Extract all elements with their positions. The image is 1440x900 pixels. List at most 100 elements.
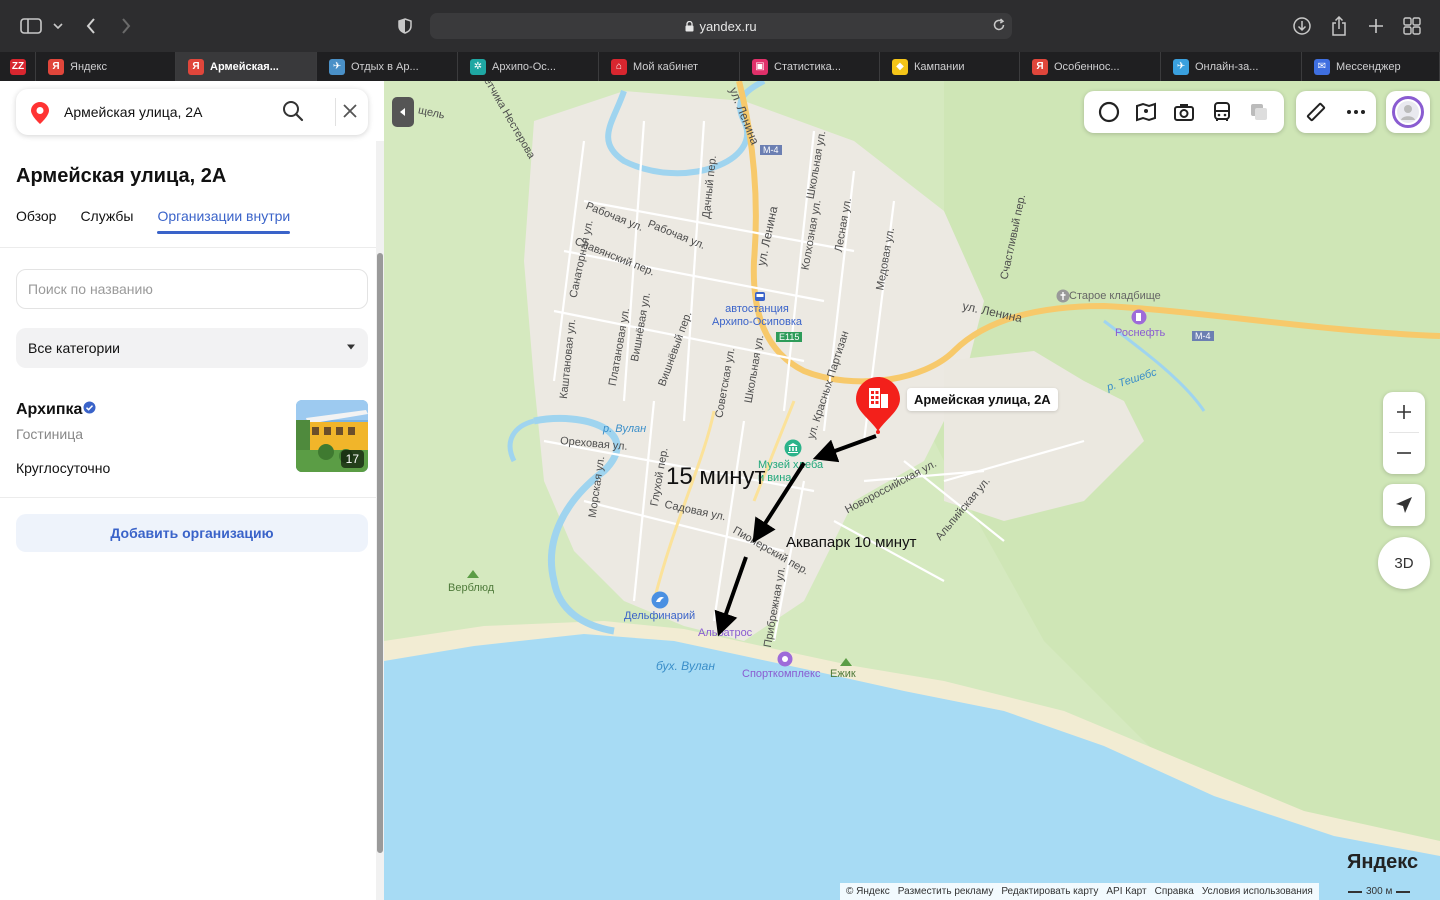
arrow-to-beach: [714, 556, 748, 637]
browser-tab[interactable]: ✈ Отдых в Ар...: [317, 52, 458, 81]
browser-toolbar: yandex.ru: [0, 0, 1440, 52]
browser-tab[interactable]: ◆ Кампании: [880, 52, 1020, 81]
category-dropdown[interactable]: Все категории: [16, 328, 368, 368]
favicon-icon: Я: [48, 58, 64, 75]
my-location-button[interactable]: [1383, 484, 1425, 526]
divider: [0, 247, 376, 248]
privacy-shield-icon[interactable]: [392, 13, 418, 39]
organization-search-input[interactable]: [16, 269, 368, 309]
pin-label[interactable]: Армейская улица, 2А: [907, 388, 1058, 411]
camera-icon[interactable]: [1172, 100, 1196, 124]
map-canvas[interactable]: ул. Ленина ул. Ленина ул. Ленина М-4 М-4…: [384, 81, 1440, 900]
profile-avatar[interactable]: [1386, 91, 1430, 133]
organization-type: Гостиница: [16, 426, 84, 442]
more-icon[interactable]: [1345, 101, 1367, 123]
place-panel: Армейская улица, 2А Армейская улица, 2А …: [0, 81, 384, 900]
minus-icon: [1397, 452, 1411, 454]
zoom-out-button[interactable]: [1383, 433, 1425, 473]
category-selected: Все категории: [28, 340, 120, 356]
map-layers-toolbar: [1084, 91, 1284, 133]
tab-bar: ZZ Я Яндекс Я Армейская... ✈ Отдых в Ар... ✲ Арх…: [0, 52, 1440, 81]
lock-icon: [685, 20, 694, 32]
browser-tab[interactable]: ⌂ Мой кабинет: [599, 52, 740, 81]
terms-link[interactable]: Условия использования: [1202, 886, 1313, 897]
scrollbar[interactable]: [376, 141, 384, 900]
advertise-link[interactable]: Разместить рекламу: [898, 886, 994, 897]
map-extra-toolbar: [1296, 91, 1376, 133]
layers-icon[interactable]: [1097, 100, 1121, 124]
tab-overview-icon[interactable]: [1399, 13, 1425, 39]
place-title: Армейская улица, 2А: [16, 165, 227, 187]
location-pin-icon: [30, 101, 50, 125]
favicon-icon: ✈: [1173, 58, 1189, 75]
chevron-down-icon[interactable]: [48, 13, 68, 39]
forward-icon[interactable]: [113, 13, 139, 39]
favicon-icon: ◆: [892, 58, 908, 75]
edit-map-link[interactable]: Редактировать карту: [1001, 886, 1098, 897]
favicon-icon: ▣: [752, 58, 768, 75]
scale-bar: [1348, 890, 1362, 893]
search-icon[interactable]: [282, 100, 304, 122]
chevron-down-icon: [346, 344, 356, 350]
tab-label: Особеннос...: [1054, 60, 1120, 73]
organization-photo[interactable]: 17: [296, 400, 368, 472]
ruler-icon[interactable]: [1305, 101, 1327, 123]
address-bar[interactable]: yandex.ru: [430, 13, 1012, 39]
browser-tab[interactable]: Я Армейская...: [176, 52, 317, 81]
transit-icon[interactable]: [1210, 100, 1234, 124]
scrollbar-thumb[interactable]: [377, 253, 383, 853]
favicon-icon: ✲: [470, 58, 486, 75]
browser-tab[interactable]: Я Особеннос...: [1020, 52, 1161, 81]
downloads-icon[interactable]: [1289, 13, 1315, 39]
aquapark-annotation: Аквапарк 10 минут: [786, 534, 917, 551]
scale-label: 300 м: [1366, 886, 1393, 897]
search-divider: [335, 98, 336, 126]
browser-tab[interactable]: ✲ Архипо-Ос...: [458, 52, 599, 81]
browser-tab[interactable]: Я Яндекс: [36, 52, 176, 81]
share-icon[interactable]: [1326, 13, 1352, 39]
plus-icon: [1397, 405, 1411, 419]
3d-label: 3D: [1394, 554, 1414, 572]
collapse-panel-button[interactable]: [392, 97, 414, 127]
favicon-icon: ✈: [329, 58, 345, 75]
navigation-arrow-icon: [1396, 497, 1412, 513]
search-query[interactable]: Армейская улица, 2А: [64, 104, 202, 120]
reload-icon[interactable]: [992, 18, 1006, 32]
browser-tab[interactable]: ZZ: [0, 52, 36, 81]
tab-label: Архипо-Ос...: [492, 60, 556, 73]
tab-overview[interactable]: Обзор: [16, 208, 56, 224]
copyright-text: © Яндекс: [846, 886, 890, 897]
tab-organizations-inside[interactable]: Организации внутри: [157, 208, 290, 234]
zoom-in-button[interactable]: [1383, 392, 1425, 432]
add-organization-button[interactable]: Добавить организацию: [16, 514, 368, 552]
organization-name[interactable]: Архипка: [16, 401, 82, 419]
divider: [0, 497, 376, 498]
api-link[interactable]: API Карт: [1106, 886, 1146, 897]
close-icon[interactable]: [342, 103, 358, 119]
3d-view-button[interactable]: 3D: [1378, 537, 1430, 589]
tab-label: Мессенджер: [1336, 60, 1401, 73]
browser-tab[interactable]: ✈ Онлайн-за...: [1161, 52, 1302, 81]
organization-card[interactable]: Архипка Гостиница Круглосуточно 17: [0, 381, 376, 497]
favicon-icon: Я: [1032, 58, 1048, 75]
browser-tab[interactable]: ✉ Мессенджер: [1302, 52, 1440, 81]
building-pin-icon[interactable]: [854, 375, 902, 435]
photo-count: 17: [340, 450, 364, 468]
tab-label: Яндекс: [70, 60, 107, 73]
tab-label: Отдых в Ар...: [351, 60, 419, 73]
travel-time-annotation: 15 минут: [666, 463, 766, 490]
favicon-icon: Я: [188, 58, 204, 75]
tab-services[interactable]: Службы: [80, 208, 133, 224]
new-tab-icon[interactable]: [1363, 13, 1389, 39]
map-mode-icon[interactable]: [1247, 100, 1271, 124]
yandex-logo: Яндекс: [1347, 851, 1419, 873]
sidebar-toggle-icon[interactable]: [18, 13, 44, 39]
arrow-to-museum: [812, 434, 877, 463]
back-icon[interactable]: [78, 13, 104, 39]
help-link[interactable]: Справка: [1155, 886, 1194, 897]
tab-label: Статистика...: [774, 60, 841, 73]
panorama-icon[interactable]: [1134, 100, 1158, 124]
map-search-box[interactable]: Армейская улица, 2А: [16, 89, 368, 135]
place-tabs: Обзор Службы Организации внутри: [16, 208, 290, 234]
browser-tab[interactable]: ▣ Статистика...: [740, 52, 880, 81]
